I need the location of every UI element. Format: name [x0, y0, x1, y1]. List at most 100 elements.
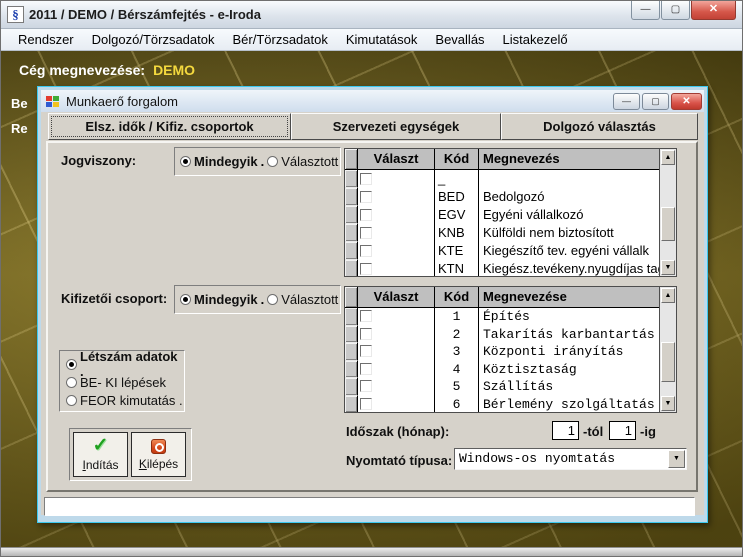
period-to-suffix: -ig: [640, 424, 656, 439]
scroll-up-icon[interactable]: ▲: [661, 150, 675, 165]
table-row[interactable]: 1Építés: [345, 308, 659, 326]
table-row[interactable]: BEDBedolgozó: [345, 188, 659, 206]
printer-label: Nyomtató típusa:: [346, 453, 452, 468]
kifizetoi-radio-group: Mindegyik . Választott: [174, 285, 341, 314]
dialog-maximize-button[interactable]: ▢: [642, 93, 669, 110]
menu-item[interactable]: Listakezelő: [494, 30, 577, 49]
printer-type-value: Windows-os nyomtatás: [459, 451, 615, 466]
printer-type-select[interactable]: Windows-os nyomtatás ▼: [454, 448, 687, 470]
client-area: Cég megnevezése:DEMO Be Re Munkaerő forg…: [1, 51, 742, 547]
jogviszony-label: Jogviszony:: [61, 153, 136, 168]
report-option-label: FEOR kimutatás .: [80, 393, 183, 408]
kifizetoi-table-scrollbar[interactable]: ▲ ▼: [659, 287, 676, 412]
background-label-fragment: Be: [11, 96, 28, 111]
row-checkbox[interactable]: [360, 345, 372, 357]
maximize-button[interactable]: ▢: [661, 1, 690, 20]
app-icon: §: [7, 6, 24, 23]
row-checkbox[interactable]: [360, 263, 372, 275]
row-checkbox[interactable]: [360, 245, 372, 257]
minimize-button[interactable]: —: [631, 1, 660, 20]
scroll-down-icon[interactable]: ▼: [661, 396, 675, 411]
munkaero-forgalom-dialog: Munkaerő forgalom — ▢ ✕ Elsz. idők / Kif…: [37, 86, 708, 523]
row-checkbox[interactable]: [360, 398, 372, 410]
radio-mindegyik-label[interactable]: Mindegyik: [194, 292, 258, 307]
inditas-label: Indítás: [82, 458, 118, 472]
scroll-down-icon[interactable]: ▼: [661, 260, 675, 275]
row-checkbox[interactable]: [360, 209, 372, 221]
menu-item[interactable]: Rendszer: [9, 30, 83, 49]
kifizetoi-table: VálasztKódMegnevezése1Építés2Takarítás k…: [344, 286, 677, 413]
stop-icon: [151, 439, 166, 454]
period-label: Időszak (hónap):: [346, 424, 449, 439]
scroll-thumb[interactable]: [661, 342, 675, 382]
table-row[interactable]: 5Szállítás: [345, 378, 659, 396]
radio-valasztott[interactable]: [267, 294, 278, 305]
table-row[interactable]: 6Bérlemény szolgáltatás: [345, 396, 659, 414]
row-checkbox[interactable]: [360, 328, 372, 340]
menu-item[interactable]: Bevallás: [426, 30, 493, 49]
dialog-minimize-button[interactable]: —: [613, 93, 640, 110]
close-button[interactable]: ✕: [691, 1, 736, 20]
radio-valasztott[interactable]: [267, 156, 278, 167]
table-row[interactable]: _: [345, 170, 659, 188]
kilepes-button[interactable]: Kilépés: [131, 432, 186, 477]
radio-mindegyik[interactable]: [180, 294, 191, 305]
table-header: VálasztKódMegnevezése: [345, 287, 659, 308]
tab-strip: Elsz. idők / Kifiz. csoportokSzervezeti …: [48, 113, 698, 140]
kilepes-label: Kilépés: [139, 457, 178, 471]
company-value: DEMO: [153, 62, 195, 78]
jogviszony-radio-group: Mindegyik . Választott: [174, 147, 341, 176]
dialog-body: Elsz. idők / Kifiz. csoportokSzervezeti …: [41, 112, 704, 515]
row-checkbox[interactable]: [360, 227, 372, 239]
radio-icon[interactable]: [66, 377, 77, 388]
main-status-bar: [1, 547, 742, 556]
period-from-input[interactable]: [552, 421, 579, 440]
radio-valasztott-label[interactable]: Választott: [281, 154, 338, 169]
window-title: 2011 / DEMO / Bérszámfejtés - e-Iroda: [29, 7, 261, 22]
main-title-bar: § 2011 / DEMO / Bérszámfejtés - e-Iroda …: [1, 1, 742, 29]
radio-icon[interactable]: [66, 395, 77, 406]
period-to-input[interactable]: [609, 421, 636, 440]
scroll-up-icon[interactable]: ▲: [661, 288, 675, 303]
tab-3[interactable]: Dolgozó választás: [501, 113, 698, 140]
table-header: VálasztKódMegnevezés: [345, 149, 659, 170]
report-option[interactable]: FEOR kimutatás .: [66, 391, 184, 409]
radio-separator: .: [261, 292, 265, 307]
dialog-close-button[interactable]: ✕: [671, 93, 702, 110]
radio-separator: .: [261, 154, 265, 169]
report-option[interactable]: Létszám adatok .: [66, 355, 184, 373]
table-row[interactable]: 2Takarítás karbantartás: [345, 326, 659, 344]
menu-item[interactable]: Kimutatások: [337, 30, 427, 49]
table-row[interactable]: EGVEgyéni vállalkozó: [345, 206, 659, 224]
row-checkbox[interactable]: [360, 310, 372, 322]
chevron-down-icon[interactable]: ▼: [668, 450, 685, 468]
table-row[interactable]: KNBKülföldi nem biztosított: [345, 224, 659, 242]
table-row[interactable]: KTEKiegészítő tev. egyéni vállalk: [345, 242, 659, 260]
menu-item[interactable]: Dolgozó/Törzsadatok: [83, 30, 224, 49]
table-row[interactable]: 4Köztisztaság: [345, 361, 659, 379]
dialog-title-bar: Munkaerő forgalom — ▢ ✕: [41, 90, 704, 112]
radio-icon[interactable]: [66, 359, 77, 370]
row-checkbox[interactable]: [360, 191, 372, 203]
check-icon: ✓: [93, 437, 109, 455]
command-button-panel: ✓ Indítás Kilépés: [69, 428, 192, 481]
jogviszony-table-scrollbar[interactable]: ▲ ▼: [659, 149, 676, 276]
dialog-status-field: [44, 497, 695, 516]
menu-item[interactable]: Bér/Törzsadatok: [223, 30, 336, 49]
jogviszony-table: VálasztKódMegnevezés_BEDBedolgozóEGVEgyé…: [344, 148, 677, 277]
radio-mindegyik-label[interactable]: Mindegyik: [194, 154, 258, 169]
row-checkbox[interactable]: [360, 173, 372, 185]
report-type-group: Létszám adatok .BE- KI lépésekFEOR kimut…: [59, 350, 185, 412]
company-label: Cég megnevezése:: [19, 62, 145, 78]
table-row[interactable]: KTNKiegész.tevékeny.nyugdíjas tag: [345, 260, 659, 277]
tab-2[interactable]: Szervezeti egységek: [291, 113, 501, 140]
menu-bar: RendszerDolgozó/TörzsadatokBér/Törzsadat…: [1, 29, 742, 51]
table-row[interactable]: 3Központi irányítás: [345, 343, 659, 361]
radio-valasztott-label[interactable]: Választott: [281, 292, 338, 307]
row-checkbox[interactable]: [360, 363, 372, 375]
tab-1[interactable]: Elsz. idők / Kifiz. csoportok: [48, 113, 291, 140]
inditas-button[interactable]: ✓ Indítás: [73, 432, 128, 477]
scroll-thumb[interactable]: [661, 207, 675, 241]
radio-mindegyik[interactable]: [180, 156, 191, 167]
row-checkbox[interactable]: [360, 380, 372, 392]
